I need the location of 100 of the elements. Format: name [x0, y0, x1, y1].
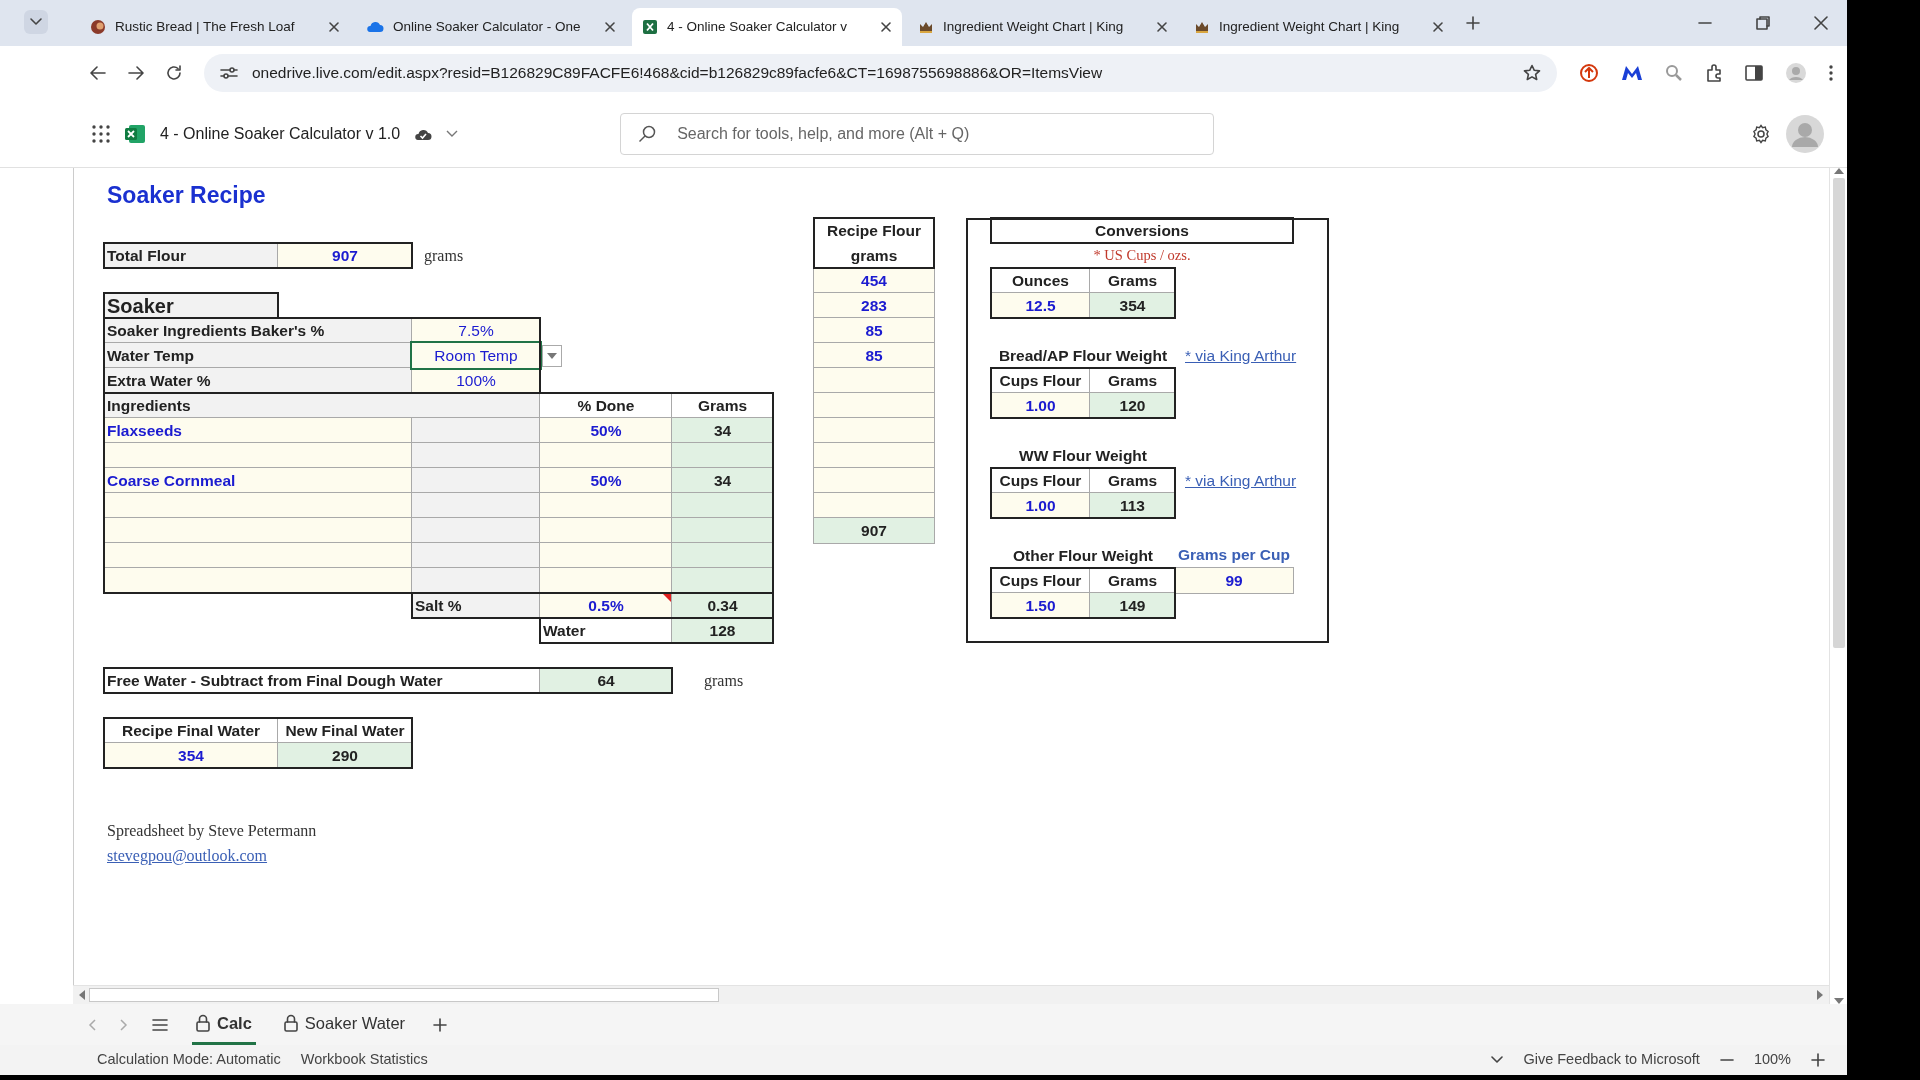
document-title[interactable]: 4 - Online Soaker Calculator v 1.0: [160, 121, 401, 146]
sheet-cell: 50%: [540, 418, 672, 443]
sheet-cell: 283: [814, 293, 934, 318]
close-tab-button[interactable]: [328, 21, 340, 33]
tab-list-button[interactable]: [24, 10, 48, 34]
scroll-arrow-icon[interactable]: [79, 990, 85, 1000]
browser-tab[interactable]: Ingredient Weight Chart | King: [908, 8, 1178, 46]
zoom-level: 100%: [1753, 1050, 1791, 1070]
sheet-cell: 34: [672, 468, 773, 493]
sheet-cell: 354: [104, 743, 278, 768]
dropdown-button[interactable]: [542, 344, 562, 367]
sheet-cell: Coarse Cornmeal: [104, 468, 412, 493]
sheet-cell: 354: [1090, 293, 1175, 318]
sheet-cell: 113: [1090, 493, 1175, 518]
sheet-cell: Water Temp: [104, 343, 412, 368]
zoom-in-button[interactable]: [1811, 1053, 1825, 1067]
sheet-tab[interactable]: Soaker Water: [279, 1004, 410, 1045]
puzzle-icon[interactable]: [1705, 64, 1723, 82]
close-tab-button[interactable]: [880, 21, 892, 33]
url-text: onedrive.live.com/edit.aspx?resid=B126829C89FACFE6!468&cid=b126829c89facfe6&CT=1698755698886&OR=ItemsView: [252, 63, 1104, 84]
app-launcher-icon[interactable]: [92, 124, 110, 143]
browser-tab[interactable]: Ingredient Weight Chart | King: [1184, 8, 1454, 46]
sheet-title: Soaker Recipe: [106, 180, 267, 210]
search-field[interactable]: Search for tools, help, and more (Alt + Q): [620, 112, 1215, 155]
close-icon: [604, 21, 616, 33]
forward-arrow-icon: [128, 66, 144, 80]
sheet-cell: Extra Water %: [104, 368, 412, 393]
minimize-icon: [1698, 22, 1712, 24]
sheet-cell: Room Temp: [412, 343, 540, 368]
minus-icon: [1719, 1059, 1734, 1061]
spreadsheet-icon: [642, 19, 658, 35]
plus-icon: [1466, 16, 1480, 30]
unit-label: grams: [423, 245, 465, 267]
lock-icon: [196, 1014, 210, 1032]
menu-icon[interactable]: [1829, 64, 1833, 82]
sheet-cell: Conversions: [990, 217, 1294, 244]
browser-tab[interactable]: Rustic Bread | The Fresh Loaf: [80, 8, 350, 46]
add-sheet-button[interactable]: [433, 1017, 448, 1032]
chevron-left-icon: [88, 1018, 96, 1031]
magnifier-icon[interactable]: [1665, 64, 1683, 82]
feedback-link[interactable]: Give Feedback to Microsoft: [1523, 1049, 1700, 1071]
close-tab-button[interactable]: [1432, 21, 1444, 33]
settings-sliders-icon[interactable]: [220, 66, 238, 80]
email-link[interactable]: stevegpou@outlook.com: [104, 843, 540, 868]
cloud-icon: [366, 20, 384, 34]
new-tab-button[interactable]: [1466, 16, 1480, 30]
plus-icon: [1811, 1053, 1825, 1067]
sheet-cell: 50%: [540, 468, 672, 493]
close-icon: [328, 21, 340, 33]
chevron-icon: [1491, 1056, 1504, 1064]
expand-button[interactable]: [1491, 1056, 1504, 1064]
unit-label: grams: [703, 670, 745, 692]
close-icon: [1156, 21, 1168, 33]
vertical-scrollbar[interactable]: [1830, 168, 1847, 1004]
table-heading: Bread/AP Flour Weight: [997, 345, 1169, 366]
status-text[interactable]: Calculation Mode: Automatic: [97, 1049, 281, 1071]
close-icon: [880, 21, 892, 33]
back-button[interactable]: [90, 66, 106, 80]
sheet-cell: 85: [814, 343, 934, 368]
credit-text: Spreadsheet by Steve Petermann: [106, 820, 318, 842]
sheet-cell: 120: [1090, 393, 1175, 418]
search-icon: [638, 124, 657, 143]
table-heading: WW Flour Weight: [1018, 445, 1148, 466]
close-tab-button[interactable]: [1156, 21, 1168, 33]
plus-icon: [433, 1017, 448, 1032]
caret-icon: [547, 352, 557, 359]
back-arrow-icon: [90, 66, 106, 80]
close-icon: [1814, 16, 1828, 30]
browser-tab[interactable]: 4 - Online Soaker Calculator v: [632, 8, 902, 46]
forward-button[interactable]: [128, 66, 144, 80]
scroll-arrow-icon[interactable]: [1833, 168, 1844, 174]
reload-icon: [166, 65, 182, 81]
spreadsheet-logo-icon: [124, 123, 146, 144]
sheet-cell: Flaxseeds: [104, 418, 412, 443]
m-logo-icon[interactable]: [1621, 65, 1643, 81]
upload-icon[interactable]: [1579, 63, 1599, 83]
menu-icon: [152, 1018, 168, 1031]
scroll-arrow-icon[interactable]: [1817, 990, 1823, 1000]
browser-tab[interactable]: Online Soaker Calculator - One: [356, 8, 626, 46]
chevron-icon: [29, 17, 43, 27]
close-tab-button[interactable]: [604, 21, 616, 33]
restore-icon: [1756, 16, 1770, 30]
sheet-cell: 99: [1175, 568, 1293, 593]
sidebar-icon[interactable]: [1745, 65, 1763, 81]
star-icon[interactable]: [1523, 64, 1541, 82]
close-icon: [1432, 21, 1444, 33]
sheet-cell: 149: [1090, 593, 1175, 618]
reload-button[interactable]: [166, 65, 182, 81]
chevron-icon[interactable]: [446, 129, 459, 138]
sheet-cell: 34: [672, 418, 773, 443]
settings-icon[interactable]: [1751, 123, 1771, 144]
status-text[interactable]: Workbook Statistics: [300, 1049, 428, 1071]
sheet-cell: 290: [278, 743, 412, 768]
scroll-arrow-icon[interactable]: [1833, 998, 1844, 1004]
sheet-cell: 907: [814, 518, 934, 543]
address-bar[interactable]: onedrive.live.com/edit.aspx?resid=B126829C89FACFE6!468&cid=b126829c89facfe6&CT=1698755698886&OR=ItemsView: [204, 54, 1557, 92]
chevron-right-icon: [120, 1018, 128, 1031]
table-heading: Other Flour Weight: [1011, 545, 1155, 566]
lock-icon: [283, 1014, 298, 1032]
all-sheets-button[interactable]: [152, 1018, 168, 1031]
